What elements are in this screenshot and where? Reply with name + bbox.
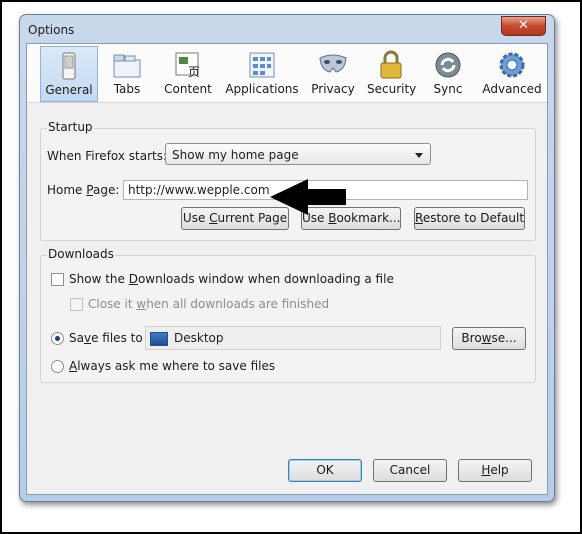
pane-label: Advanced	[482, 82, 542, 96]
pane-content[interactable]: 页 Content	[160, 46, 216, 100]
when-starts-value: Show my home page	[172, 148, 299, 162]
pane-applications[interactable]: Applications	[225, 46, 299, 100]
help-button[interactable]: Help	[458, 459, 532, 482]
always-ask-label[interactable]: Always ask me where to save files	[69, 359, 275, 373]
pane-advanced[interactable]: Advanced	[482, 46, 542, 100]
restore-to-default-button[interactable]: Restore to Default	[414, 207, 525, 230]
pane-security[interactable]: Security	[367, 46, 417, 100]
pane-sync[interactable]: Sync	[428, 46, 468, 100]
pane-tabs[interactable]: Tabs	[105, 46, 149, 100]
chevron-down-icon	[415, 153, 423, 158]
general-switch-icon	[54, 51, 84, 81]
pane-label: Content	[164, 82, 212, 96]
content-icon: 页	[173, 50, 203, 80]
pointer-arrow-icon	[270, 179, 346, 215]
downloads-group: Downloads Show the Downloads window when…	[40, 247, 536, 383]
applications-icon	[247, 50, 277, 80]
desktop-folder-icon	[150, 332, 168, 346]
when-starts-dropdown[interactable]: Show my home page	[165, 143, 431, 165]
svg-text:页: 页	[188, 65, 200, 79]
save-files-to-radio[interactable]	[51, 332, 64, 345]
save-files-to-label[interactable]: Save files to	[69, 331, 143, 345]
title-bar[interactable]: Options ✕	[20, 15, 554, 43]
home-page-label: Home Page:	[47, 183, 120, 197]
tabs-icon	[112, 50, 142, 80]
dialog-client-area: General Tabs 页 Content Applications Priv…	[26, 43, 548, 495]
pane-label: Sync	[433, 82, 463, 96]
pane-label: Privacy	[311, 82, 355, 96]
when-starts-label: When Firefox starts:	[47, 149, 168, 163]
sync-icon	[433, 50, 463, 80]
options-dialog: Options ✕ General Tabs 页 Content Applica…	[19, 14, 555, 502]
home-page-value: http://www.wepple.com	[128, 183, 270, 197]
downloads-group-label: Downloads	[47, 247, 115, 261]
pane-toolbar: General Tabs 页 Content Applications Priv…	[27, 44, 547, 103]
save-folder-value: Desktop	[174, 331, 224, 345]
startup-group-label: Startup	[47, 120, 94, 134]
show-downloads-checkbox[interactable]	[51, 273, 64, 286]
browse-button[interactable]: Browse...	[452, 327, 526, 350]
ok-button[interactable]: OK	[288, 459, 362, 482]
close-button[interactable]: ✕	[501, 16, 546, 36]
pane-label: Applications	[225, 82, 299, 96]
pane-label: General	[45, 83, 93, 97]
close-when-done-checkbox[interactable]	[70, 298, 83, 311]
save-folder-field: Desktop	[145, 326, 441, 350]
window-title: Options	[28, 23, 75, 37]
security-lock-icon	[376, 50, 406, 80]
show-downloads-label[interactable]: Show the Downloads window when downloadi…	[69, 272, 394, 286]
pane-general[interactable]: General	[40, 46, 98, 102]
pane-label: Security	[367, 82, 417, 96]
advanced-gear-icon	[497, 50, 527, 80]
pane-label: Tabs	[113, 82, 141, 96]
always-ask-radio[interactable]	[51, 360, 64, 373]
close-when-done-label: Close it when all downloads are finished	[88, 297, 330, 311]
privacy-mask-icon	[318, 50, 348, 80]
cancel-button[interactable]: Cancel	[373, 459, 447, 482]
close-icon: ✕	[518, 18, 529, 33]
pane-privacy[interactable]: Privacy	[310, 46, 356, 100]
